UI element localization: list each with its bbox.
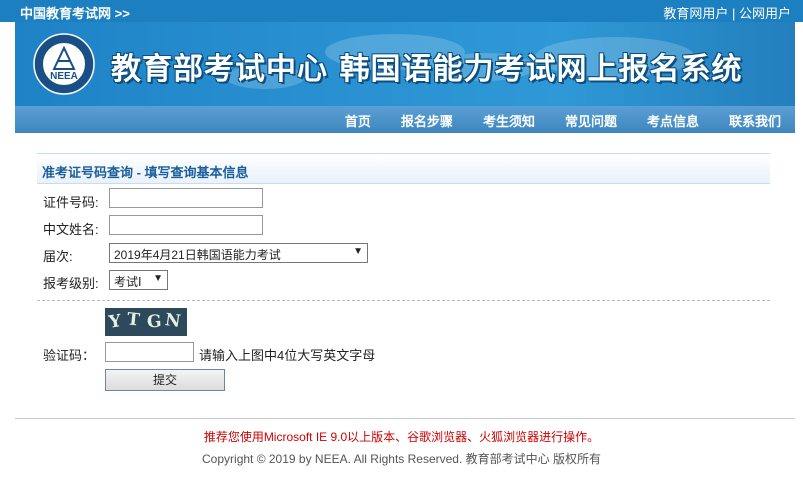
nav-registration-steps[interactable]: 报名步骤 <box>401 111 453 130</box>
form-heading-bar: 准考证号码查询 - 填写查询基本信息 <box>37 153 770 184</box>
dropdown-arrow-icon: ▼ <box>353 246 363 257</box>
browser-notice: 推荐您使用Microsoft IE 9.0以上版本、谷歌浏览器、火狐浏览器进行操… <box>203 430 600 444</box>
top-bar: 中国教育考试网 >> 教育网用户 | 公网用户 <box>0 0 803 22</box>
divider <box>37 300 770 301</box>
footer-divider <box>15 418 795 419</box>
captcha-image[interactable]: Y T G N <box>105 308 187 336</box>
captcha-char: G <box>146 311 163 333</box>
nav-home[interactable]: 首页 <box>345 111 371 130</box>
session-label: 届次: <box>43 249 73 264</box>
captcha-hint: 请输入上图中4位大写英文字母 <box>199 348 376 363</box>
captcha-char: N <box>163 310 182 332</box>
copyright-text: Copyright © 2019 by NEEA. All Rights Res… <box>202 452 601 466</box>
captcha-label: 验证码： <box>43 348 96 363</box>
captcha-input[interactable] <box>105 342 194 362</box>
dropdown-arrow-icon: ▼ <box>153 273 163 284</box>
logo-text: NEEA <box>50 71 78 82</box>
separator: | <box>731 6 736 21</box>
main-nav: 首页 报名步骤 考生须知 常见问题 考点信息 联系我们 <box>15 106 795 133</box>
chinese-name-label: 中文姓名: <box>43 222 99 237</box>
user-links: 教育网用户 | 公网用户 <box>663 3 791 22</box>
nav-candidate-notice[interactable]: 考生须知 <box>483 111 535 130</box>
session-selected-value: 2019年4月21日韩国语能力考试 <box>114 248 281 262</box>
exam-level-select[interactable]: 考试Ⅰ ▼ <box>109 270 168 290</box>
id-number-input[interactable] <box>109 188 263 208</box>
neea-site-link[interactable]: 中国教育考试网 >> <box>20 3 130 22</box>
public-network-user-link[interactable]: 公网用户 <box>739 6 791 21</box>
captcha-char: T <box>125 309 141 331</box>
submit-button[interactable]: 提交 <box>105 369 225 391</box>
header-banner: NEEA 教育部考试中心 韩国语能力考试网上报名系统 <box>15 22 795 106</box>
id-number-label: 证件号码: <box>43 195 99 210</box>
nav-test-center-info[interactable]: 考点信息 <box>647 111 699 130</box>
edu-network-user-link[interactable]: 教育网用户 <box>663 6 728 21</box>
chinese-name-input[interactable] <box>109 215 263 235</box>
exam-level-label: 报考级别: <box>43 276 99 291</box>
captcha-char: Y <box>107 311 123 333</box>
session-select[interactable]: 2019年4月21日韩国语能力考试 ▼ <box>109 243 368 263</box>
form-heading: 准考证号码查询 - 填写查询基本信息 <box>42 165 249 180</box>
nav-faq[interactable]: 常见问题 <box>565 111 617 130</box>
nav-contact-us[interactable]: 联系我们 <box>729 111 781 130</box>
system-title: 教育部考试中心 韩国语能力考试网上报名系统 <box>111 52 743 87</box>
neea-logo: NEEA <box>33 33 95 95</box>
exam-level-selected-value: 考试Ⅰ <box>114 275 142 289</box>
